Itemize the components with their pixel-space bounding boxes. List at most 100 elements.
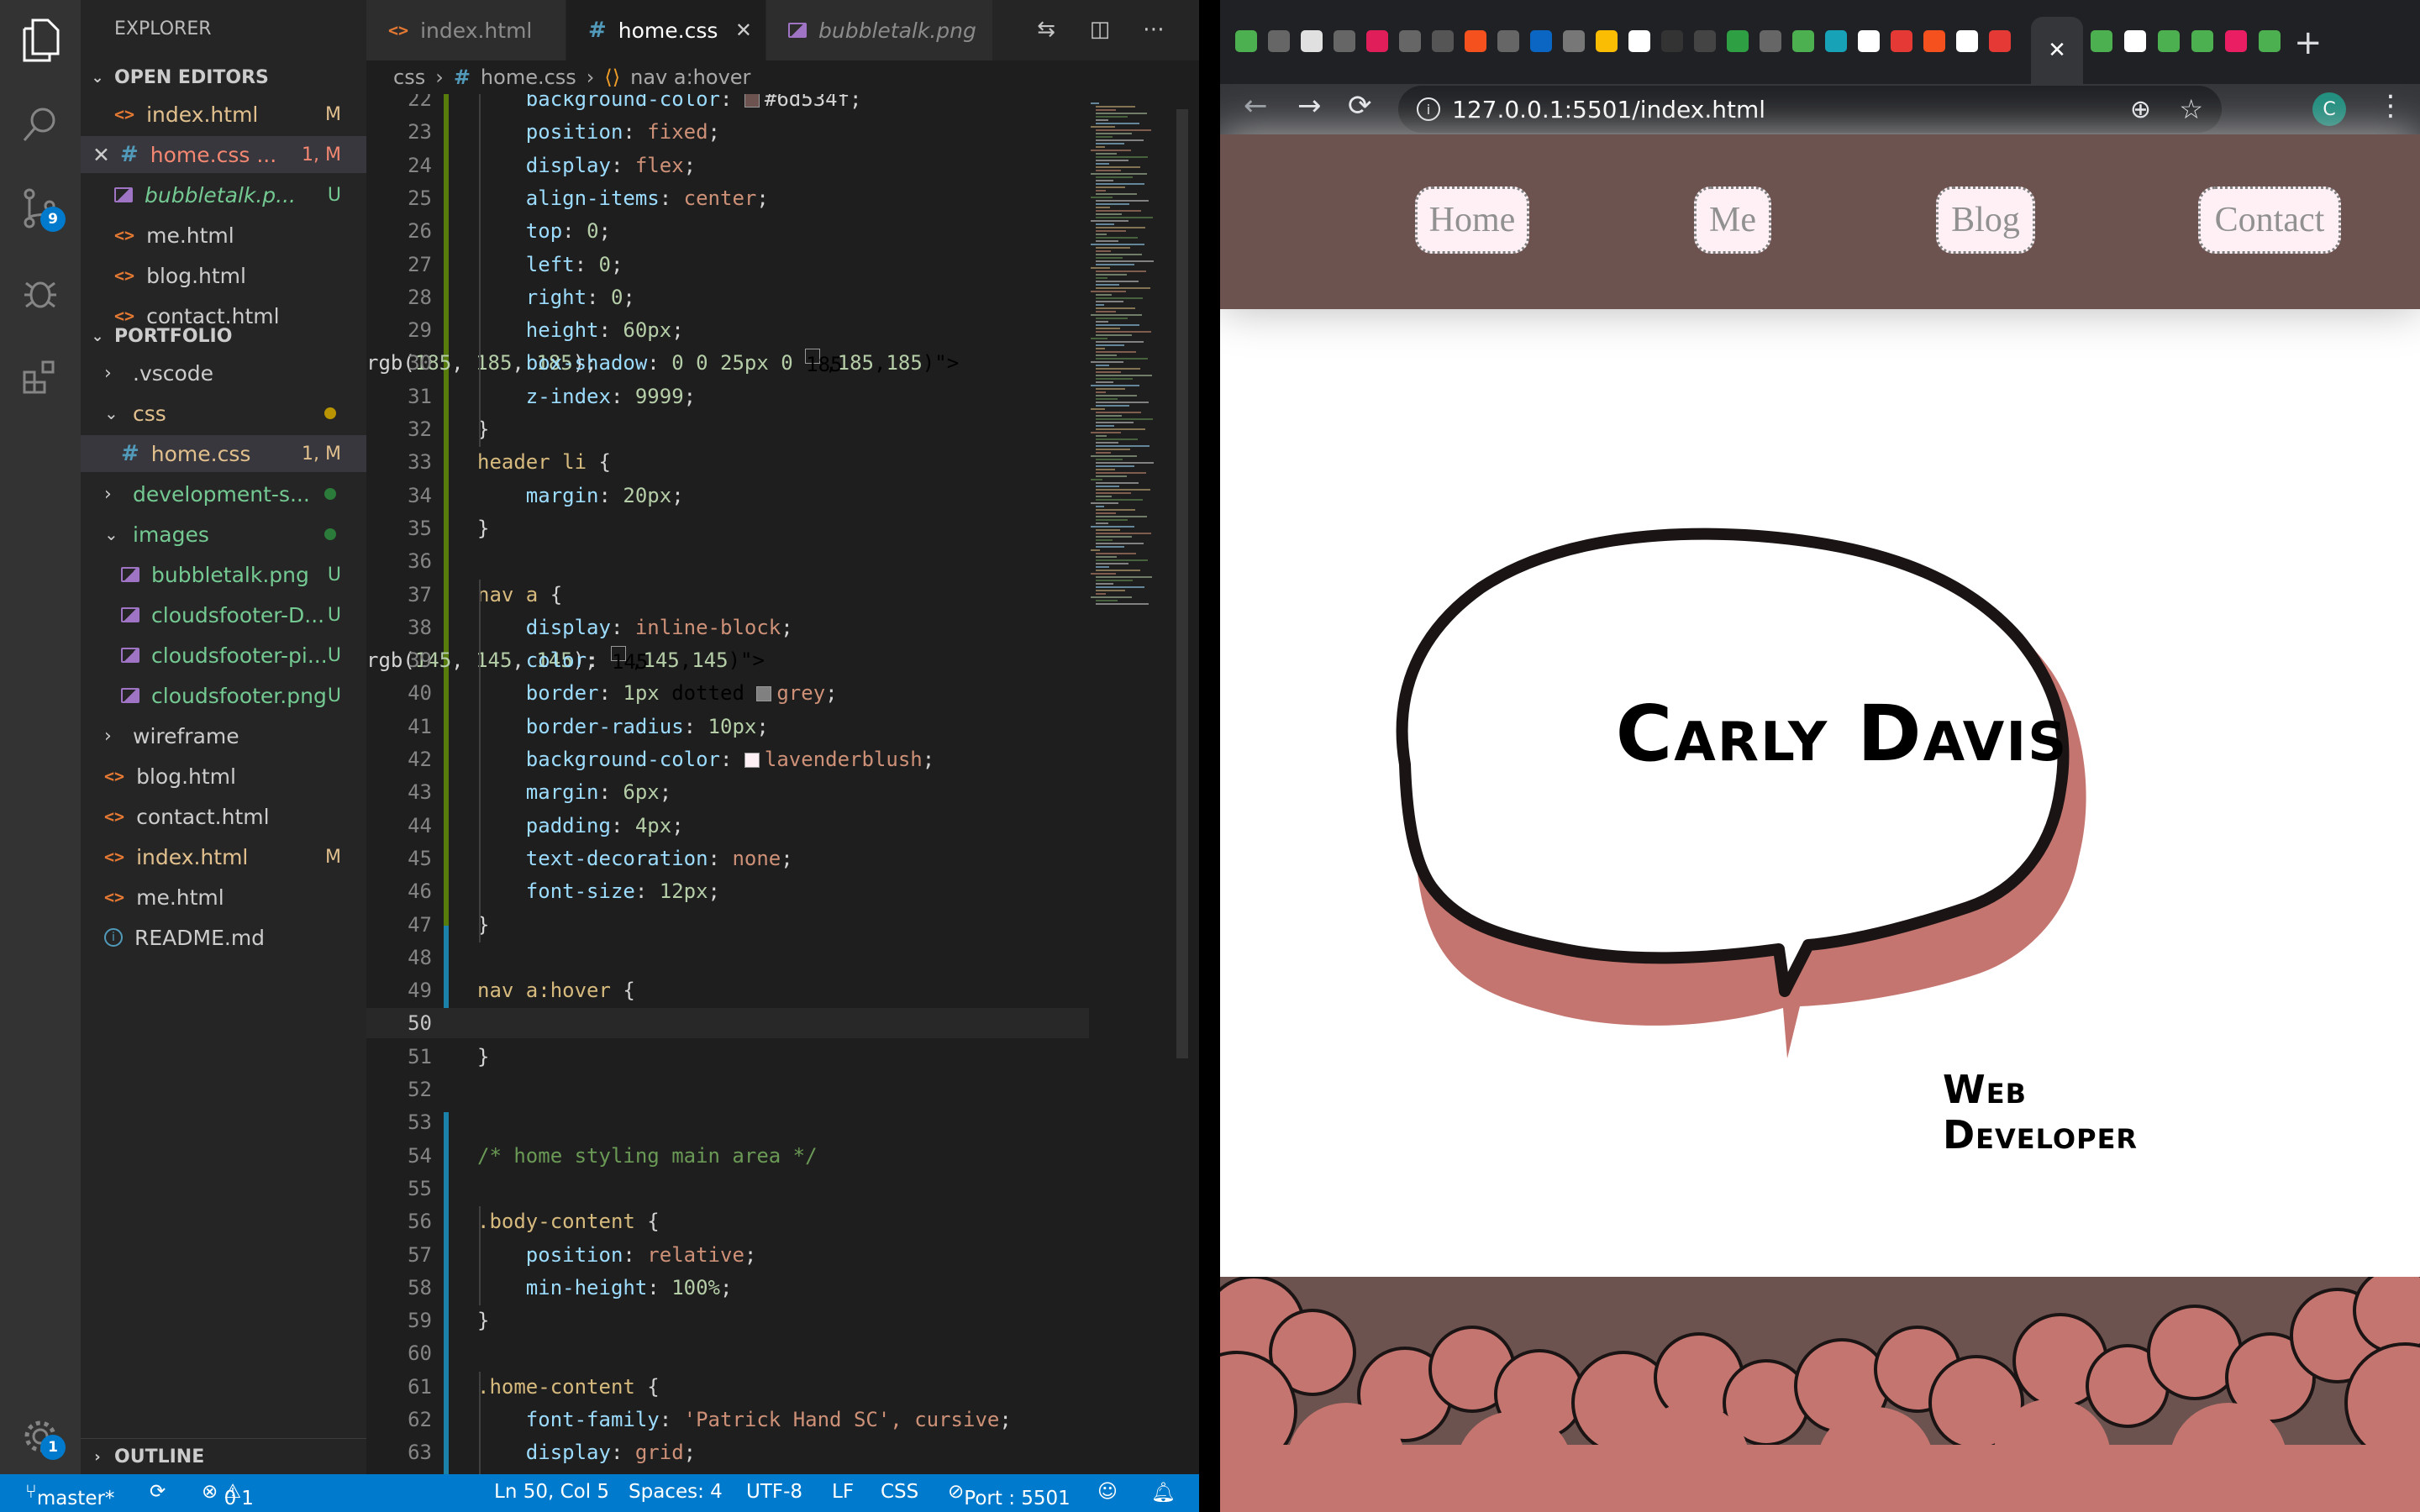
- folder-item[interactable]: › .vscode: [81, 354, 366, 391]
- file-item[interactable]: <> me.html: [81, 879, 366, 916]
- zoom-icon[interactable]: ⊕: [2130, 95, 2151, 124]
- pinned-tab-favicon[interactable]: [1334, 30, 1355, 52]
- pinned-tab-favicon[interactable]: [1727, 30, 1749, 52]
- folder-item[interactable]: › development-s...: [81, 475, 366, 512]
- active-browser-tab[interactable]: ✕: [2031, 17, 2083, 84]
- notifications-bell-icon[interactable]: 🔔︎: [1151, 1481, 1176, 1504]
- open-editors-header[interactable]: ⌄ OPEN EDITORS: [81, 59, 366, 96]
- eol-status[interactable]: LF: [832, 1481, 854, 1503]
- feedback-icon[interactable]: ☺: [1097, 1481, 1118, 1503]
- pinned-tab-favicon[interactable]: [1399, 30, 1421, 52]
- pinned-tab-favicon[interactable]: [1465, 30, 1486, 52]
- file-item[interactable]: bubbletalk.png U: [81, 556, 366, 593]
- pinned-tab-favicon[interactable]: [1989, 30, 2011, 52]
- pinned-tab-favicon[interactable]: [2259, 30, 2281, 52]
- file-item[interactable]: i README.md: [81, 919, 366, 956]
- explorer-icon[interactable]: [15, 15, 66, 66]
- pinned-tab-favicon[interactable]: [1530, 30, 1552, 52]
- tab-home-css[interactable]: # home.css ✕: [566, 0, 766, 60]
- new-tab-button[interactable]: +: [2294, 24, 2323, 62]
- bookmark-star-icon[interactable]: ☆: [2179, 93, 2203, 125]
- minimap[interactable]: [1089, 94, 1173, 1474]
- profile-avatar[interactable]: C: [2312, 92, 2346, 126]
- pinned-tab-favicon[interactable]: [1366, 30, 1388, 52]
- breadcrumb-file[interactable]: home.css: [481, 66, 576, 89]
- pinned-tab-favicon[interactable]: [1891, 30, 1912, 52]
- open-editor-item[interactable]: <> blog.html: [81, 257, 366, 294]
- tab-bubbletalk-png[interactable]: bubbletalk.png: [766, 0, 993, 60]
- file-item[interactable]: <> contact.html: [81, 798, 366, 835]
- breadcrumb-symbol[interactable]: nav a:hover: [630, 66, 750, 89]
- project-header[interactable]: ⌄ PORTFOLIO: [81, 318, 366, 354]
- sync-icon[interactable]: ⟳: [150, 1481, 166, 1503]
- settings-gear-icon[interactable]: 1: [15, 1411, 66, 1462]
- compare-changes-icon[interactable]: ⇆: [1032, 17, 1060, 45]
- file-item[interactable]: cloudsfooter.png U: [81, 677, 366, 714]
- outline-header[interactable]: › OUTLINE: [81, 1438, 366, 1475]
- problems-status[interactable]: ⊗ 0 ⚠ 1: [202, 1481, 254, 1509]
- nav-home[interactable]: Home: [1415, 186, 1529, 254]
- back-icon[interactable]: ←: [1244, 89, 1268, 123]
- pinned-tab-favicon[interactable]: [1497, 30, 1519, 52]
- language-mode[interactable]: CSS: [881, 1481, 918, 1503]
- file-item[interactable]: <> index.html M: [81, 838, 366, 875]
- file-item[interactable]: cloudsfooter-D... U: [81, 596, 366, 633]
- close-tab-icon[interactable]: ✕: [735, 18, 752, 42]
- folder-item[interactable]: › wireframe: [81, 717, 366, 754]
- site-info-icon[interactable]: i: [1417, 97, 1440, 121]
- extensions-icon[interactable]: [15, 351, 66, 402]
- browser-menu-icon[interactable]: ⋮: [2376, 89, 2405, 123]
- close-icon[interactable]: ✕: [92, 143, 110, 167]
- pinned-tab-favicon[interactable]: [1628, 30, 1650, 52]
- pinned-tab-favicon[interactable]: [2124, 30, 2146, 52]
- source-control-icon[interactable]: 9: [15, 183, 66, 234]
- pinned-tab-favicon[interactable]: [1694, 30, 1716, 52]
- debug-icon[interactable]: [15, 267, 66, 318]
- forward-icon[interactable]: →: [1297, 89, 1322, 123]
- pinned-tab-favicon[interactable]: [1563, 30, 1585, 52]
- live-server-status[interactable]: ⊘ Port : 5501: [948, 1481, 1071, 1509]
- indentation-status[interactable]: Spaces: 4: [629, 1481, 723, 1503]
- file-item[interactable]: <> blog.html: [81, 758, 366, 795]
- pinned-tab-favicon[interactable]: [1956, 30, 1978, 52]
- pinned-tab-favicon[interactable]: [1432, 30, 1454, 52]
- pinned-tab-favicon[interactable]: [1760, 30, 1781, 52]
- nav-contact[interactable]: Contact: [2198, 186, 2341, 254]
- open-editor-item[interactable]: <> index.html M: [81, 96, 366, 133]
- pinned-tab-favicon[interactable]: [2158, 30, 2180, 52]
- branch-status[interactable]: ⑂ master*: [25, 1481, 114, 1509]
- pinned-tab-favicon[interactable]: [1268, 30, 1290, 52]
- nav-blog[interactable]: Blog: [1936, 186, 2035, 254]
- file-item[interactable]: cloudsfooter-pi... U: [81, 637, 366, 674]
- reload-icon[interactable]: ⟳: [1348, 89, 1372, 123]
- cursor-position[interactable]: Ln 50, Col 5: [494, 1481, 609, 1503]
- pinned-tab-favicon[interactable]: [1661, 30, 1683, 52]
- breadcrumb-folder[interactable]: css: [393, 66, 425, 89]
- open-editor-item[interactable]: bubbletalk.p... U: [81, 176, 366, 213]
- split-editor-icon[interactable]: ◫: [1086, 17, 1114, 45]
- open-editor-item[interactable]: ✕ # home.css ... 1, M: [81, 136, 366, 173]
- editor-scrollbar[interactable]: [1176, 109, 1188, 1058]
- code-editor[interactable]: 22 background-color: #6d534f; 23 position…: [366, 94, 1199, 1474]
- search-icon[interactable]: [15, 99, 66, 150]
- pinned-tab-favicon[interactable]: [2191, 30, 2213, 52]
- pinned-tab-favicon[interactable]: [1858, 30, 1880, 52]
- folder-item[interactable]: ⌄ css: [81, 395, 366, 432]
- pinned-tab-favicon[interactable]: [1923, 30, 1945, 52]
- file-item[interactable]: # home.css 1, M: [81, 435, 366, 472]
- pinned-tab-favicon[interactable]: [1596, 30, 1618, 52]
- nav-me[interactable]: Me: [1694, 186, 1771, 254]
- pinned-tab-favicon[interactable]: [1235, 30, 1257, 52]
- tab-index-html[interactable]: <> index.html: [366, 0, 566, 60]
- folder-item[interactable]: ⌄ images: [81, 516, 366, 553]
- open-editor-item[interactable]: <> me.html: [81, 217, 366, 254]
- pinned-tab-favicon[interactable]: [1301, 30, 1323, 52]
- close-tab-icon[interactable]: ✕: [2048, 38, 2066, 63]
- pinned-tab-favicon[interactable]: [1825, 30, 1847, 52]
- more-actions-icon[interactable]: ⋯: [1139, 17, 1168, 45]
- encoding-status[interactable]: UTF-8: [746, 1481, 802, 1503]
- address-bar[interactable]: i 127.0.0.1:5501/index.html ⊕ ☆: [1398, 86, 2222, 133]
- pinned-tab-favicon[interactable]: [1792, 30, 1814, 52]
- pinned-tab-favicon[interactable]: [2091, 30, 2112, 52]
- pinned-tab-favicon[interactable]: [2225, 30, 2247, 52]
